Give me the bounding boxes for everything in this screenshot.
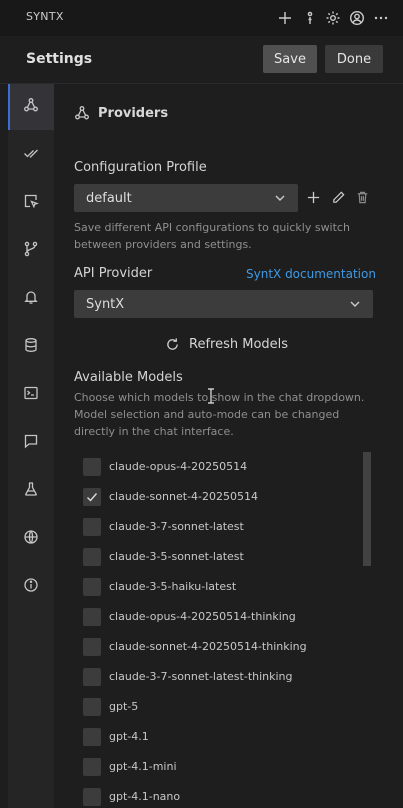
- model-row[interactable]: gpt-4.1-mini: [74, 752, 364, 782]
- sidebar-item-terminal[interactable]: [8, 372, 54, 418]
- model-row[interactable]: claude-3-5-haiku-latest: [74, 572, 364, 602]
- model-name: gpt-4.1: [109, 730, 149, 743]
- model-list: claude-opus-4-20250514 claude-sonnet-4-20…: [74, 452, 374, 808]
- model-row[interactable]: claude-3-7-sonnet-latest: [74, 512, 364, 542]
- sidebar-item-prompts[interactable]: [8, 420, 54, 466]
- more-icon[interactable]: [371, 8, 391, 28]
- sidebar-item-browser[interactable]: [8, 180, 54, 226]
- terminal-icon: [23, 385, 39, 405]
- model-checkbox[interactable]: [83, 668, 101, 686]
- title-bar: SYNTX: [0, 0, 403, 36]
- database-icon: [23, 337, 39, 357]
- sidebar-item-auto-approve[interactable]: [8, 132, 54, 178]
- account-icon[interactable]: [347, 8, 367, 28]
- chevron-down-icon: [350, 301, 360, 307]
- model-name: claude-3-5-sonnet-latest: [109, 550, 244, 563]
- model-row[interactable]: claude-sonnet-4-20250514-thinking: [74, 632, 364, 662]
- model-checkbox[interactable]: [83, 758, 101, 776]
- sidebar-item-about[interactable]: [8, 564, 54, 610]
- config-profile-value: default: [86, 190, 132, 206]
- save-button[interactable]: Save: [263, 45, 317, 73]
- done-button[interactable]: Done: [325, 45, 383, 73]
- documentation-link[interactable]: SyntX documentation: [246, 267, 376, 281]
- globe-icon: [23, 529, 39, 549]
- api-provider-select[interactable]: SyntX: [74, 290, 373, 318]
- model-name: claude-opus-4-20250514-thinking: [109, 610, 296, 623]
- model-name: gpt-4.1-nano: [109, 790, 181, 803]
- sidebar-item-checkpoints[interactable]: [8, 228, 54, 274]
- model-checkbox[interactable]: [83, 638, 101, 656]
- chat-icon: [23, 433, 39, 453]
- config-profile-label: Configuration Profile: [74, 160, 207, 175]
- sidebar-item-providers[interactable]: [8, 84, 54, 130]
- flask-icon: [23, 481, 39, 501]
- plus-icon[interactable]: [275, 8, 295, 28]
- model-name: gpt-5: [109, 700, 139, 713]
- chevron-down-icon: [275, 195, 285, 201]
- model-list-scrollbar[interactable]: [363, 452, 371, 566]
- check-icon: [87, 493, 98, 502]
- model-checkbox[interactable]: [83, 788, 101, 806]
- model-checkbox[interactable]: [83, 578, 101, 596]
- model-checkbox[interactable]: [83, 608, 101, 626]
- model-row[interactable]: gpt-4.1: [74, 722, 364, 752]
- model-name: gpt-4.1-mini: [109, 760, 177, 773]
- section-title: Providers: [98, 105, 169, 121]
- model-name: claude-sonnet-4-20250514: [109, 490, 258, 503]
- model-checkbox[interactable]: [83, 488, 101, 506]
- webhook-icon: [23, 97, 39, 117]
- edit-pencil-icon[interactable]: [329, 188, 347, 206]
- model-row[interactable]: gpt-4.1-nano: [74, 782, 364, 808]
- model-row[interactable]: claude-sonnet-4-20250514: [74, 482, 364, 512]
- model-checkbox[interactable]: [83, 518, 101, 536]
- model-name: claude-3-5-haiku-latest: [109, 580, 237, 593]
- model-row[interactable]: claude-3-7-sonnet-latest-thinking: [74, 662, 364, 692]
- double-check-icon: [23, 145, 39, 165]
- refresh-icon: [165, 337, 189, 352]
- model-name: claude-sonnet-4-20250514-thinking: [109, 640, 307, 653]
- info-icon: [23, 577, 39, 597]
- settings-sidebar: [8, 84, 54, 808]
- config-profile-select[interactable]: default: [74, 184, 298, 212]
- model-row[interactable]: claude-3-5-sonnet-latest: [74, 542, 364, 572]
- providers-heading: Providers: [74, 102, 168, 124]
- history-icon[interactable]: [300, 8, 320, 28]
- available-models-help: Choose which models to show in the chat …: [74, 391, 365, 438]
- sidebar-item-experimental[interactable]: [8, 468, 54, 514]
- sidebar-item-notifications[interactable]: [8, 276, 54, 322]
- sidebar-item-language[interactable]: [8, 516, 54, 562]
- app-title: SYNTX: [26, 10, 64, 23]
- settings-header: Settings Save Done: [0, 36, 403, 84]
- config-profile-help: Save different API configurations to qui…: [74, 221, 350, 251]
- model-row[interactable]: gpt-5: [74, 692, 364, 722]
- pointer-square-icon: [23, 193, 39, 213]
- webhook-icon: [74, 105, 98, 121]
- api-provider-value: SyntX: [86, 296, 125, 312]
- add-profile-icon[interactable]: [304, 188, 322, 206]
- refresh-models-label: Refresh Models: [189, 336, 289, 352]
- model-name: claude-3-7-sonnet-latest-thinking: [109, 670, 293, 683]
- model-row[interactable]: claude-opus-4-20250514: [74, 452, 364, 482]
- text-cursor-icon: [208, 388, 214, 404]
- bell-icon: [23, 289, 39, 309]
- model-row[interactable]: claude-opus-4-20250514-thinking: [74, 602, 364, 632]
- gear-icon[interactable]: [323, 8, 343, 28]
- refresh-models-button[interactable]: Refresh Models: [165, 334, 288, 354]
- model-name: claude-opus-4-20250514: [109, 460, 248, 473]
- git-branch-icon: [23, 241, 39, 261]
- trash-icon[interactable]: [353, 188, 371, 206]
- available-models-label: Available Models: [74, 370, 183, 385]
- model-checkbox[interactable]: [83, 458, 101, 476]
- api-provider-label: API Provider: [74, 266, 153, 281]
- page-title: Settings: [26, 51, 93, 67]
- sidebar-item-context[interactable]: [8, 324, 54, 370]
- model-checkbox[interactable]: [83, 548, 101, 566]
- model-checkbox[interactable]: [83, 728, 101, 746]
- model-checkbox[interactable]: [83, 698, 101, 716]
- model-name: claude-3-7-sonnet-latest: [109, 520, 244, 533]
